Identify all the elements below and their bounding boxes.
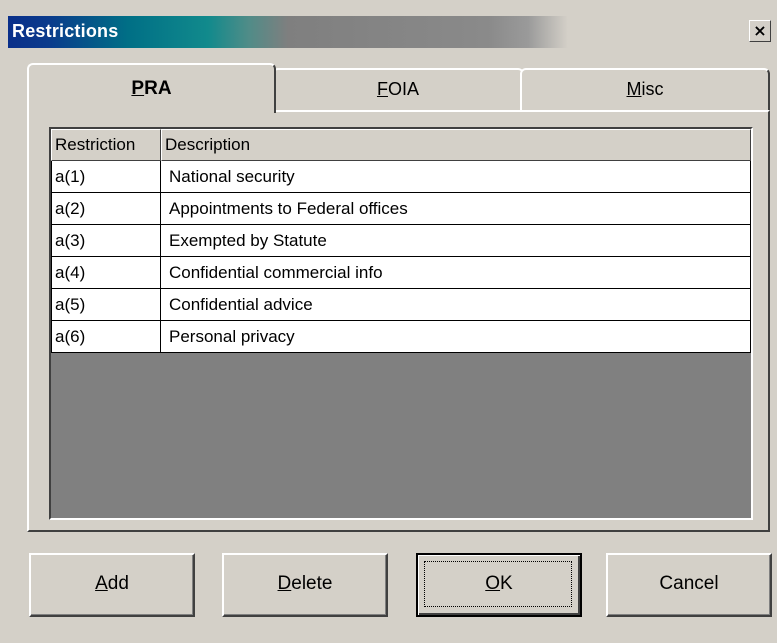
restriction-cell[interactable]: a(4) [51,257,161,289]
tab-misc-hotkey: M [626,79,642,99]
description-cell[interactable]: Personal privacy [161,321,751,353]
ok-button-hotkey: O [485,573,501,594]
ok-button-label: K [500,573,513,594]
cancel-button[interactable]: Cancel [606,553,772,617]
restriction-cell[interactable]: a(2) [51,193,161,225]
description-cell[interactable]: Confidential commercial info [161,257,751,289]
close-button[interactable]: × [749,20,771,42]
restriction-cell[interactable]: a(1) [51,161,161,193]
cancel-button-label: Cancel [659,573,719,594]
delete-button[interactable]: Delete [222,553,388,617]
table-row[interactable]: a(4) Confidential commercial info [51,257,751,289]
restriction-cell[interactable]: a(5) [51,289,161,321]
restrictions-grid[interactable]: Restriction Description a(1) National se… [49,127,753,520]
tab-foia[interactable]: FOIA [272,68,524,110]
add-button-hotkey: A [95,573,108,594]
tab-panel-pra: Restriction Description a(1) National se… [27,110,770,532]
add-button[interactable]: Add [29,553,195,617]
ok-button[interactable]: OK [416,553,582,617]
tab-foia-hotkey: F [376,79,388,99]
table-row[interactable]: a(6) Personal privacy [51,321,751,353]
table-row[interactable]: a(5) Confidential advice [51,289,751,321]
delete-button-hotkey: D [277,573,292,594]
description-cell[interactable]: National security [161,161,751,193]
column-header-description[interactable]: Description [161,129,751,161]
table-row[interactable]: a(3) Exempted by Statute [51,225,751,257]
restriction-cell[interactable]: a(6) [51,321,161,353]
tab-misc[interactable]: Misc [520,68,770,110]
tab-pra[interactable]: PRA [27,63,276,113]
tab-foia-label: OIA [387,79,419,99]
add-button-label: dd [107,573,129,594]
tab-pra-hotkey: P [131,78,145,99]
window-title: Restrictions [12,21,119,41]
grid-header: Restriction Description [51,129,751,161]
description-cell[interactable]: Exempted by Statute [161,225,751,257]
table-row[interactable]: a(2) Appointments to Federal offices [51,193,751,225]
description-cell[interactable]: Appointments to Federal offices [161,193,751,225]
close-icon: × [753,21,767,40]
restriction-cell[interactable]: a(3) [51,225,161,257]
tab-misc-label: isc [641,79,664,99]
delete-button-label: elete [291,573,333,594]
title-bar[interactable]: Restrictions × [8,16,777,48]
table-row[interactable]: a(1) National security [51,161,751,193]
description-cell[interactable]: Confidential advice [161,289,751,321]
tab-pra-label: RA [144,78,172,99]
restrictions-dialog: Restrictions × PRA FOIA Misc Restriction… [0,0,777,643]
column-header-restriction[interactable]: Restriction [51,129,161,161]
